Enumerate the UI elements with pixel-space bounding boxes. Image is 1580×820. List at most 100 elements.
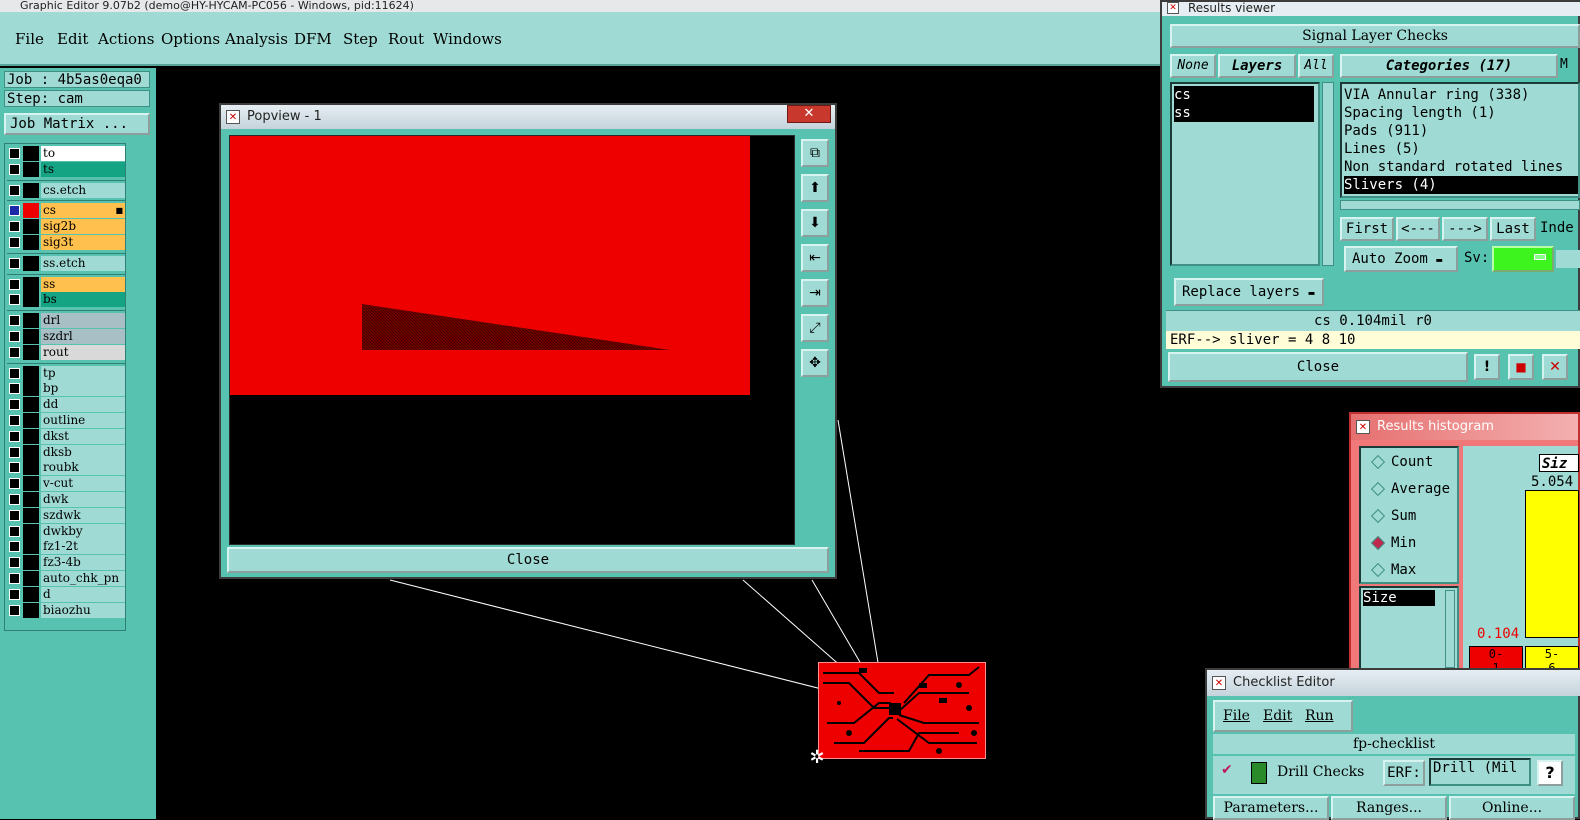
prev-button[interactable]: <--- <box>1396 217 1440 241</box>
zoom-window-icon[interactable]: ⧉ <box>801 139 829 167</box>
radio-sum[interactable]: Sum <box>1370 506 1417 526</box>
histogram-mode-group: Count Average Sum Min Max <box>1359 446 1459 584</box>
action-name: Drill Checks <box>1277 764 1365 780</box>
severity-select[interactable] <box>1492 246 1554 272</box>
category-item[interactable]: Slivers (4) <box>1344 176 1578 194</box>
layer-results-list[interactable]: cs ss <box>1170 82 1320 266</box>
pan-right-icon[interactable]: ⇥ <box>801 279 829 307</box>
popview-title-text: Popview - 1 <box>247 109 322 124</box>
last-button[interactable]: Last <box>1490 217 1536 241</box>
histogram-bar[interactable] <box>1525 490 1579 638</box>
window-icon: ✕ <box>226 110 240 124</box>
auto-zoom-select[interactable]: Auto Zoom ▬ <box>1344 246 1458 272</box>
categories-button[interactable]: Categories (17) <box>1340 54 1558 78</box>
category-item[interactable]: Pads (911) <box>1344 122 1578 140</box>
radio-label: Average <box>1391 481 1451 497</box>
pcb-board[interactable] <box>818 662 986 759</box>
histogram-title: ✕ Results histogram <box>1351 414 1578 440</box>
cut-label: M <box>1560 57 1568 72</box>
popview-canvas[interactable] <box>229 135 795 545</box>
popview-close-x-button[interactable]: ✕ <box>787 105 831 123</box>
layers-button[interactable]: Layers <box>1218 54 1296 78</box>
drill-icon <box>1251 762 1267 784</box>
radio-label: Min <box>1391 535 1417 551</box>
radio-label: Sum <box>1391 508 1417 524</box>
erf-label: ERF: <box>1383 760 1425 786</box>
results-close-button[interactable]: Close <box>1168 352 1468 382</box>
erf-select[interactable]: Drill (Mil <box>1429 758 1531 786</box>
histogram-field-list[interactable]: Size <box>1359 586 1459 672</box>
next-button[interactable]: ---> <box>1442 217 1488 241</box>
histogram-min-value: 0.104 <box>1477 626 1520 642</box>
radio-diamond-icon[interactable] <box>1370 562 1386 578</box>
check-header: Signal Layer Checks <box>1170 24 1580 48</box>
replace-layers-select[interactable]: Replace layers ▬ <box>1174 278 1324 306</box>
category-item[interactable]: VIA Annular ring (338) <box>1344 86 1578 104</box>
checklist-menu-edit[interactable]: Edit <box>1263 708 1292 724</box>
ranges-button[interactable]: Ranges... <box>1331 796 1447 820</box>
list-item[interactable]: ss <box>1174 104 1314 122</box>
radio-min[interactable]: Min <box>1370 533 1417 553</box>
window-icon: ✕ <box>1167 2 1179 14</box>
popview-close-button[interactable]: Close <box>227 547 829 573</box>
checklist-name: fp-checklist <box>1213 734 1575 754</box>
pan-left-icon[interactable]: ⇤ <box>801 244 829 272</box>
export-icon[interactable]: ■ <box>1508 354 1534 380</box>
radio-diamond-icon[interactable] <box>1370 535 1386 551</box>
category-item[interactable]: Non standard rotated lines <box>1344 158 1578 176</box>
histogram-axis-label: Siz <box>1539 454 1579 472</box>
pan-up-icon[interactable]: ⬆ <box>801 174 829 202</box>
erf-line: ERF--> sliver = 4 8 10 <box>1166 331 1580 349</box>
list-item[interactable]: Size <box>1363 590 1435 606</box>
checkmark-icon[interactable]: ✔ <box>1221 762 1233 778</box>
category-list-hscrollbar[interactable] <box>1340 200 1580 210</box>
parameters-button[interactable]: Parameters... <box>1213 796 1329 820</box>
checklist-title-text: Checklist Editor <box>1233 675 1335 690</box>
severity-extra <box>1556 250 1580 268</box>
histogram-top-value: 5.054 <box>1531 474 1574 490</box>
layer-list-scrollbar[interactable] <box>1322 82 1334 266</box>
results-viewer-title: ✕ Results viewer <box>1162 2 1580 16</box>
radio-diamond-icon[interactable] <box>1370 481 1386 497</box>
window-icon: ✕ <box>1356 420 1370 434</box>
pcb-traces <box>823 666 980 754</box>
dropdown-icon <box>1534 254 1546 260</box>
zoom-fit-icon[interactable]: ⤢ <box>801 314 829 342</box>
field-list-scrollbar[interactable] <box>1445 590 1455 668</box>
radio-count[interactable]: Count <box>1370 452 1434 472</box>
pan-down-icon[interactable]: ⬇ <box>801 209 829 237</box>
checklist-title: ✕ Checklist Editor <box>1207 670 1580 696</box>
histogram-chart: Siz 5.054 0.104 0- 1 5- 6 <box>1463 446 1579 676</box>
radio-label: Count <box>1391 454 1434 470</box>
first-button[interactable]: First <box>1340 217 1394 241</box>
category-item[interactable]: Lines (5) <box>1344 140 1578 158</box>
zoom-center-icon[interactable]: ✥ <box>801 349 829 377</box>
list-item[interactable]: cs <box>1174 86 1314 104</box>
category-list[interactable]: VIA Annular ring (338) Spacing length (1)… <box>1340 82 1580 198</box>
all-button[interactable]: All <box>1298 54 1334 78</box>
dropdown-icon: ▬ <box>1308 288 1315 299</box>
online-button[interactable]: Online... <box>1449 796 1575 820</box>
auto-zoom-label: Auto Zoom <box>1352 251 1428 267</box>
radio-label: Max <box>1391 562 1417 578</box>
histogram-title-text: Results histogram <box>1377 419 1494 434</box>
help-icon[interactable]: ? <box>1537 760 1563 786</box>
category-item[interactable]: Spacing length (1) <box>1344 104 1578 122</box>
info-icon[interactable]: ! <box>1474 354 1500 380</box>
replace-layers-label: Replace layers <box>1182 284 1301 300</box>
radio-diamond-icon[interactable] <box>1370 508 1386 524</box>
popview-window: ✕ Popview - 1 ✕ ⧉ ⬆ ⬇ ⇤ ⇥ ⤢ ✥ Close <box>219 103 837 579</box>
popview-graphics <box>230 136 750 395</box>
results-viewer-window: ✕ Results viewer Signal Layer Checks Non… <box>1160 0 1580 388</box>
radio-max[interactable]: Max <box>1370 560 1417 580</box>
radio-diamond-icon[interactable] <box>1370 454 1386 470</box>
results-viewer-title-text: Results viewer <box>1188 1 1276 15</box>
clear-icon[interactable]: ✕ <box>1542 354 1568 380</box>
dropdown-icon: ▬ <box>1436 255 1443 266</box>
popview-toolbar: ⧉ ⬆ ⬇ ⇤ ⇥ ⤢ ✥ <box>799 135 831 545</box>
radio-average[interactable]: Average <box>1370 479 1451 499</box>
none-button[interactable]: None <box>1170 54 1216 78</box>
checklist-menu-file[interactable]: File <box>1223 708 1250 724</box>
checklist-action-row[interactable]: ✔ Drill Checks ERF: Drill (Mil ? <box>1213 756 1575 794</box>
checklist-menu-run[interactable]: Run <box>1305 708 1334 724</box>
